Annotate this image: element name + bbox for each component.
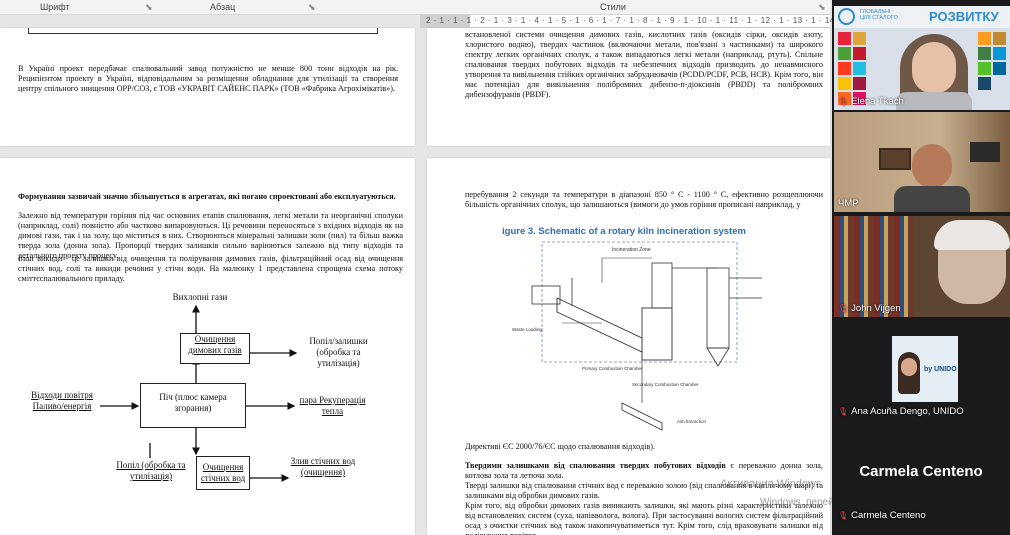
waste-loading-label: Waste Loading: [512, 327, 542, 332]
document-page-1[interactable]: В Україні проект передбачає спалювальний…: [0, 28, 415, 146]
paragraph-dialog-launcher-icon[interactable]: ⬊: [308, 2, 316, 13]
steam-recovery-label: пара Рекуперація тепла: [299, 395, 366, 416]
participant-name-elena: 🎙 Elena Tkach: [838, 96, 904, 107]
wall-picture: [879, 148, 911, 170]
participant-tile-chmr[interactable]: ЧМР: [834, 112, 1010, 212]
participant-tile-elena-tkach[interactable]: ГЛОБАЛЬНІ ЦІЛІ СТАЛОГО РОЗВИТКУ 🎙 Elena T…: [834, 6, 1010, 110]
furnace-box: Піч (плюс камера згорання): [140, 383, 246, 428]
sdg-banner-left: ГЛОБАЛЬНІ ЦІЛІ СТАЛОГО: [860, 9, 898, 21]
wall-picture-2: [970, 142, 1000, 162]
sdg-goal-icon: [978, 62, 991, 75]
directive-line: Директиві ЄС 2000/76/ЄС щодо спалювання …: [465, 442, 656, 451]
sdg-goal-icon: [838, 32, 851, 45]
sdg-goal-icon: [838, 62, 851, 75]
bookshelf: [834, 216, 914, 317]
unido-text: by UNIDO: [924, 366, 957, 373]
wastewater-discharge-label: Злив стічних вод (очищення): [290, 456, 356, 477]
bottom-ash-label: Попіл (обробка та утилізація): [116, 460, 186, 481]
sdg-goal-icon: [993, 62, 1006, 75]
mic-muted-icon: 🎙: [838, 97, 849, 106]
incineration-zone-label: Incineration Zone: [612, 247, 651, 253]
font-dialog-launcher-icon[interactable]: ⬊: [145, 2, 153, 13]
video-call-panel: ГЛОБАЛЬНІ ЦІЛІ СТАЛОГО РОЗВИТКУ 🎙 Elena T…: [832, 0, 1010, 535]
sdg-goal-icon: [853, 77, 866, 90]
participant-thumbnail: by UNIDO: [892, 336, 958, 402]
ribbon-styles-label: Стили: [600, 2, 626, 12]
document-page-2[interactable]: встановленої системи очищення димових га…: [427, 28, 830, 146]
gas-cleaning-box: Очищення димових газів: [180, 333, 250, 364]
ash-residue-label: Попіл/залишки (обробка та утилізація): [309, 336, 368, 368]
table-bottom-border: [28, 28, 378, 34]
project-paragraph: В Україні проект передбачає спалювальний…: [18, 64, 398, 93]
mic-muted-icon: 🎙: [838, 304, 849, 313]
rotary-kiln-schematic: Incineration Zone Waste Loading Primary …: [512, 241, 762, 431]
flue-gas-label: Вихлопні гази: [172, 292, 228, 302]
sdg-goal-icon: [978, 47, 991, 60]
speaker-face: [912, 42, 956, 94]
self-view-name: 🎙 Carmela Centeno: [838, 510, 926, 521]
participant-hair: [934, 220, 1010, 250]
speaker-shoulders: [896, 92, 972, 110]
sdg-banner-right: РОЗВИТКУ: [929, 9, 999, 24]
participant-name-ana: 🎙 Ana Acuña Dengo, UNIDO: [838, 406, 964, 417]
wastewater-cleaning-box: Очищення стічних вод: [196, 456, 250, 490]
sdg-goal-icon: [853, 32, 866, 45]
emissions-paragraph: встановленої системи очищення димових га…: [465, 30, 823, 99]
residence-time-paragraph: перебування 2 секунди та температури в д…: [465, 190, 823, 209]
document-page-3[interactable]: Формування зазвичай значно збільшується …: [0, 158, 415, 535]
participant-tile-john-vijgen[interactable]: 🎙 John Vijgen: [834, 216, 1010, 317]
sdg-goal-icon: [853, 47, 866, 60]
ash-extraction-label: Ash Extraction: [677, 419, 707, 424]
inputs-label: Відходи повітря Паливо/енергія: [31, 390, 93, 411]
styles-dialog-launcher-icon[interactable]: ⬊: [818, 2, 826, 13]
windows-activation-watermark: Активация Windows: [720, 478, 822, 490]
sdg-goal-icon: [978, 32, 991, 45]
sdg-goal-icon: [978, 77, 991, 90]
horizontal-ruler[interactable]: 2 · 1 · 1 · 1 · 2 · 1 · 3 · 1 · 4 · 1 · …: [420, 15, 904, 28]
ribbon-font-label: Шрифт: [40, 2, 70, 12]
mic-muted-icon: 🎙: [838, 511, 849, 520]
un-emblem-icon: [838, 8, 855, 25]
ribbon-group-labels: Шрифт ⬊ Абзац ⬊ Стили ⬊: [0, 0, 830, 15]
mic-muted-icon: 🎙: [838, 407, 849, 416]
sdg-goal-icon: [993, 32, 1006, 45]
participant-shirt: [894, 186, 970, 212]
sdg-goal-icon: [853, 62, 866, 75]
participant-face: [912, 144, 952, 188]
ribbon-paragraph-label: Абзац: [210, 2, 236, 12]
participant-tile-ana-acuna[interactable]: by UNIDO 🎙 Ana Acuña Dengo, UNIDO: [834, 320, 1010, 420]
sdg-goal-icon: [838, 47, 851, 60]
sdg-goal-icon: [838, 77, 851, 90]
sdg-banner: ГЛОБАЛЬНІ ЦІЛІ СТАЛОГО РОЗВИТКУ: [834, 6, 1010, 28]
sdg-goal-icon: [993, 47, 1006, 60]
figure-title: igure 3. Schematic of a rotary kiln inci…: [502, 226, 746, 237]
participant-name-chmr: ЧМР: [838, 198, 859, 209]
primary-chamber-label: Primary Combustion Chamber: [582, 366, 643, 371]
active-speaker-name: Carmela Centeno: [859, 463, 983, 480]
participant-name-john: 🎙 John Vijgen: [838, 303, 901, 314]
